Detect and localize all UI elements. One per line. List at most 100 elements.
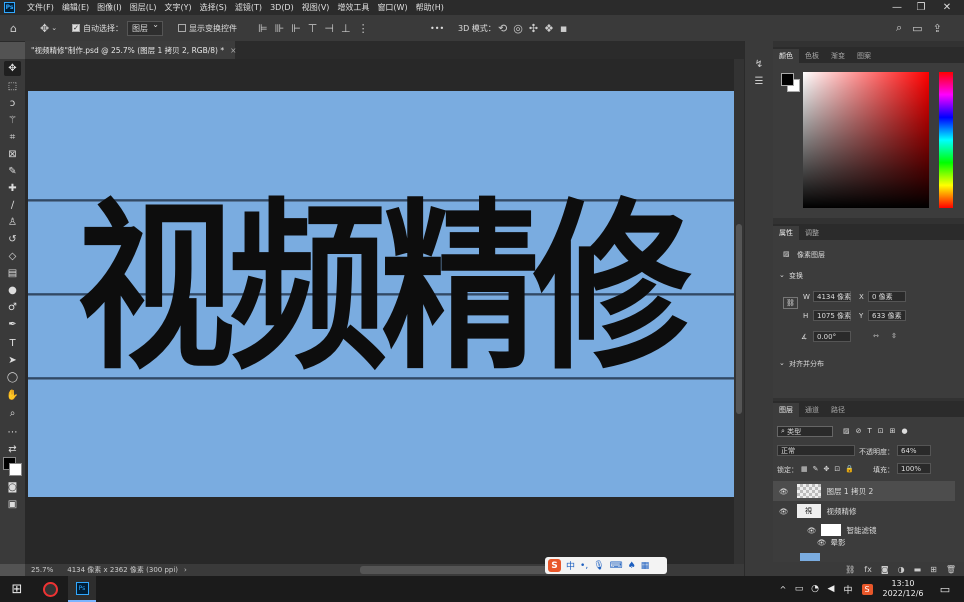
- auto-select-dropdown[interactable]: 图层: [127, 20, 163, 36]
- x-field[interactable]: 0 像素: [868, 291, 906, 302]
- network-icon[interactable]: ▭: [792, 576, 806, 602]
- notification-icon[interactable]: ▭: [934, 576, 956, 602]
- filter-row[interactable]: 👁 晕影: [773, 535, 955, 550]
- mask-icon[interactable]: ◙: [881, 565, 889, 574]
- quick-mask-icon[interactable]: ◙: [4, 480, 21, 495]
- menu-filter[interactable]: 滤镜(T): [231, 2, 266, 13]
- visibility-eye-icon[interactable]: 👁: [817, 538, 827, 547]
- 3d-pan-icon[interactable]: ✣: [529, 22, 538, 35]
- width-field[interactable]: 4134 像素: [813, 291, 851, 302]
- angle-field[interactable]: 0.00°: [813, 331, 851, 342]
- search-icon[interactable]: ⌕: [896, 21, 902, 35]
- align-right-icon[interactable]: ⊩: [291, 22, 301, 35]
- clock[interactable]: 13:10 2022/12/6: [878, 576, 928, 602]
- menu-window[interactable]: 窗口(W): [373, 2, 411, 13]
- tab-paths[interactable]: 路径: [825, 403, 851, 417]
- scroll-thumb[interactable]: [736, 224, 742, 414]
- color-foreground-swatch[interactable]: [781, 73, 794, 86]
- restore-button[interactable]: ❐: [910, 0, 932, 15]
- show-transform-checkbox[interactable]: [178, 24, 186, 32]
- folder-icon[interactable]: ▬: [914, 565, 922, 574]
- layer-row-selected[interactable]: 👁 图层 1 拷贝 2: [773, 481, 955, 501]
- marquee-tool-icon[interactable]: ⬚: [4, 79, 21, 94]
- visibility-eye-icon[interactable]: 👁: [807, 526, 817, 535]
- history-panel-icon[interactable]: ↯: [752, 57, 766, 71]
- move-tool-icon[interactable]: ✥: [4, 61, 21, 76]
- brush-tool-icon[interactable]: ∕: [4, 198, 21, 213]
- home-icon[interactable]: ⌂: [10, 15, 17, 41]
- 3d-scale-icon[interactable]: ▪: [560, 22, 567, 35]
- workspace-icon[interactable]: ▭: [912, 22, 922, 35]
- adjust-panel-icon[interactable]: ☰: [752, 74, 766, 88]
- visibility-eye-icon[interactable]: 👁: [779, 487, 789, 496]
- zoom-level[interactable]: 25.7%: [31, 566, 53, 574]
- layer-name[interactable]: 视频精修: [827, 506, 857, 517]
- 3d-roll-icon[interactable]: ◎: [513, 22, 523, 35]
- ime-mode[interactable]: 中: [566, 559, 575, 572]
- dodge-tool-icon[interactable]: ♂: [4, 300, 21, 315]
- more-tools-icon[interactable]: ⋯: [4, 425, 21, 440]
- shape-tool-icon[interactable]: ◯: [4, 370, 21, 385]
- minimize-button[interactable]: —: [886, 0, 908, 15]
- gradient-tool-icon[interactable]: ▤: [4, 266, 21, 281]
- 3d-orbit-icon[interactable]: ⟲: [498, 22, 507, 35]
- close-tab-icon[interactable]: ×: [230, 46, 236, 55]
- input-language[interactable]: 中: [841, 576, 855, 602]
- tab-color[interactable]: 颜色: [773, 49, 799, 63]
- lasso-tool-icon[interactable]: ↄ: [4, 96, 21, 111]
- tab-swatches[interactable]: 色板: [799, 49, 825, 63]
- app-icon-recorder[interactable]: [36, 576, 64, 602]
- menu-type[interactable]: 文字(Y): [160, 2, 195, 13]
- y-field[interactable]: 633 像素: [868, 310, 906, 321]
- align-center-icon[interactable]: ⊪: [275, 22, 285, 35]
- swap-colors-icon[interactable]: ⇄: [4, 442, 21, 457]
- fill-field[interactable]: 100%: [897, 463, 931, 474]
- height-field[interactable]: 1075 像素: [813, 310, 851, 321]
- sogou-logo-icon[interactable]: S: [548, 559, 561, 572]
- collapse-chevron-icon[interactable]: ⌄: [779, 359, 785, 367]
- menu-select[interactable]: 选择(S): [196, 2, 231, 13]
- grid-icon[interactable]: ▦: [641, 561, 650, 571]
- opacity-field[interactable]: 64%: [897, 445, 931, 456]
- zoom-tool-icon[interactable]: ⌕: [4, 406, 21, 421]
- adjustment-icon[interactable]: ◑: [898, 565, 905, 574]
- type-tool-icon[interactable]: T: [4, 336, 21, 351]
- document-canvas[interactable]: 视频精修: [28, 91, 734, 497]
- link-layers-icon[interactable]: ⛓: [845, 565, 855, 574]
- layer-filter-icons[interactable]: ▨⊘T⊡⊞●: [843, 427, 914, 435]
- hue-slider[interactable]: [939, 72, 953, 208]
- flip-vertical-icon[interactable]: ⇳: [891, 332, 897, 340]
- flip-horizontal-icon[interactable]: ⇿: [873, 332, 879, 340]
- menu-help[interactable]: 帮助(H): [412, 2, 448, 13]
- eyedropper-tool-icon[interactable]: ✎: [4, 164, 21, 179]
- color-field[interactable]: [803, 72, 929, 208]
- stamp-tool-icon[interactable]: ♙: [4, 215, 21, 230]
- auto-select-checkbox[interactable]: ✓: [72, 24, 80, 32]
- tab-gradients[interactable]: 渐变: [825, 49, 851, 63]
- hand-tool-icon[interactable]: ✋: [4, 388, 21, 403]
- status-arrow-icon[interactable]: ›: [184, 566, 187, 574]
- tab-channels[interactable]: 通道: [799, 403, 825, 417]
- lock-icons[interactable]: ▦✎✥⊡🔒: [801, 465, 859, 473]
- wifi-icon[interactable]: ◔: [808, 576, 822, 602]
- sogou-tray-icon[interactable]: S: [860, 576, 874, 602]
- more-options-button[interactable]: •••: [430, 15, 444, 41]
- menu-3d[interactable]: 3D(D): [266, 3, 298, 12]
- tab-layers[interactable]: 图层: [773, 403, 799, 417]
- vertical-scrollbar[interactable]: [734, 59, 744, 564]
- history-brush-icon[interactable]: ↺: [4, 232, 21, 247]
- tab-patterns[interactable]: 图案: [851, 49, 877, 63]
- menu-file[interactable]: 文件(F): [23, 2, 58, 13]
- new-layer-icon[interactable]: ⊞: [930, 565, 937, 574]
- trash-icon[interactable]: 🗑: [946, 565, 956, 574]
- windows-start-icon[interactable]: ⊞: [4, 576, 30, 602]
- menu-view[interactable]: 视图(V): [298, 2, 334, 13]
- tab-properties[interactable]: 属性: [773, 226, 799, 240]
- align-middle-icon[interactable]: ⊣: [324, 22, 334, 35]
- align-left-icon[interactable]: ⊫: [258, 22, 268, 35]
- tab-adjustments[interactable]: 调整: [799, 226, 825, 240]
- ime-punctuation[interactable]: •,: [580, 561, 588, 571]
- microphone-icon[interactable]: 🎙: [593, 561, 604, 571]
- menu-edit[interactable]: 编辑(E): [58, 2, 93, 13]
- visibility-eye-icon[interactable]: 👁: [779, 507, 789, 516]
